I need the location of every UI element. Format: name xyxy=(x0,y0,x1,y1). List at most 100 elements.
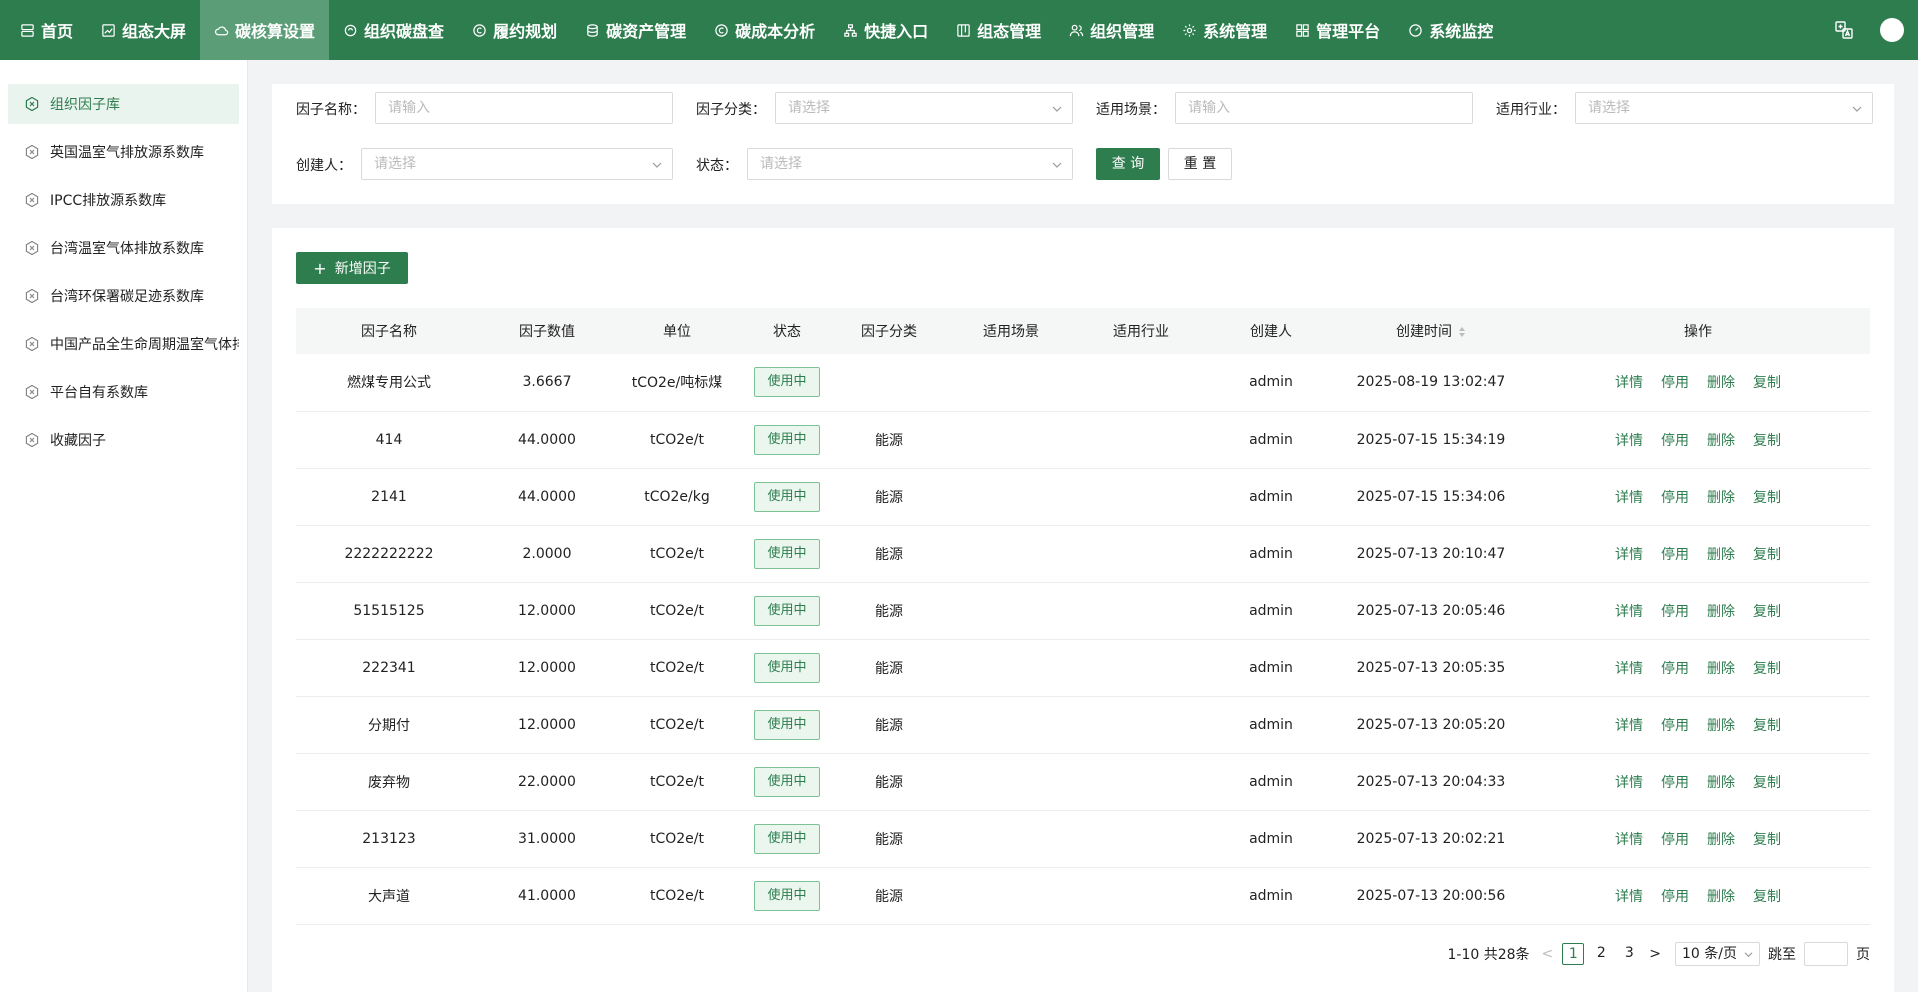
delete-button[interactable]: 删除 xyxy=(1707,375,1735,391)
disable-button[interactable]: 停用 xyxy=(1661,604,1689,620)
delete-button[interactable]: 删除 xyxy=(1707,604,1735,620)
cell-name: 222341 xyxy=(362,659,416,676)
nav-item-4[interactable]: 履约规划 xyxy=(458,0,571,60)
disable-button[interactable]: 停用 xyxy=(1661,775,1689,791)
nav-item-3[interactable]: 组织碳盘查 xyxy=(329,0,458,60)
factor-category-select[interactable]: 请选择 xyxy=(775,92,1073,124)
column-header-label: 创建人 xyxy=(1250,324,1292,340)
page-number[interactable]: 2 xyxy=(1590,943,1612,965)
detail-button[interactable]: 详情 xyxy=(1615,889,1643,905)
layout-icon xyxy=(956,23,971,38)
detail-button[interactable]: 详情 xyxy=(1615,433,1643,449)
sort-icon[interactable] xyxy=(1458,326,1466,338)
scene-input[interactable]: 请输入 xyxy=(1175,92,1473,124)
detail-button[interactable]: 详情 xyxy=(1615,490,1643,506)
delete-button[interactable]: 删除 xyxy=(1707,661,1735,677)
nav-item-12[interactable]: 系统监控 xyxy=(1394,0,1507,60)
factor-library-icon xyxy=(25,432,39,448)
nav-item-1[interactable]: 组态大屏 xyxy=(87,0,200,60)
avatar[interactable] xyxy=(1880,18,1904,42)
status-badge: 使用中 xyxy=(754,538,820,569)
cell-creator: admin xyxy=(1249,773,1293,790)
detail-button[interactable]: 详情 xyxy=(1615,718,1643,734)
delete-button[interactable]: 删除 xyxy=(1707,775,1735,791)
delete-button[interactable]: 删除 xyxy=(1707,490,1735,506)
detail-button[interactable]: 详情 xyxy=(1615,661,1643,677)
sidebar-item-6[interactable]: 平台自有系数库 xyxy=(8,372,239,412)
industry-label: 适用行业： xyxy=(1496,102,1566,118)
status-select[interactable]: 请选择 xyxy=(747,148,1073,180)
delete-button[interactable]: 删除 xyxy=(1707,718,1735,734)
column-header-5: 适用场景 xyxy=(946,308,1076,354)
delete-button[interactable]: 删除 xyxy=(1707,433,1735,449)
disable-button[interactable]: 停用 xyxy=(1661,832,1689,848)
cell-scene xyxy=(946,354,1076,411)
cell-category xyxy=(832,354,946,411)
delete-button[interactable]: 删除 xyxy=(1707,889,1735,905)
sidebar-item-0[interactable]: 组织因子库 xyxy=(8,84,239,124)
column-header-label: 状态 xyxy=(773,324,801,340)
factor-name-input[interactable]: 请输入 xyxy=(375,92,673,124)
copy-button[interactable]: 复制 xyxy=(1753,832,1781,848)
sidebar-item-3[interactable]: 台湾温室气体排放系数库 xyxy=(8,228,239,268)
cell-industry xyxy=(1076,696,1206,753)
industry-select[interactable]: 请选择 xyxy=(1575,92,1873,124)
sidebar-item-4[interactable]: 台湾环保署碳足迹系数库 xyxy=(8,276,239,316)
reset-button[interactable]: 重 置 xyxy=(1168,148,1232,180)
query-button[interactable]: 查 询 xyxy=(1096,148,1160,180)
nav-item-6[interactable]: 碳成本分析 xyxy=(700,0,829,60)
nav-item-2[interactable]: 碳核算设置 xyxy=(200,0,330,60)
disable-button[interactable]: 停用 xyxy=(1661,661,1689,677)
detail-button[interactable]: 详情 xyxy=(1615,832,1643,848)
copy-button[interactable]: 复制 xyxy=(1753,661,1781,677)
table-row: 222341 12.0000 tCO2e/t 使用中 能源 admin 2025-07-13… xyxy=(296,639,1870,696)
cell-industry xyxy=(1076,810,1206,867)
sidebar-item-2[interactable]: IPCC排放源系数库 xyxy=(8,180,239,220)
page-number[interactable]: 1 xyxy=(1562,943,1585,965)
detail-button[interactable]: 详情 xyxy=(1615,604,1643,620)
nav-item-5[interactable]: 碳资产管理 xyxy=(571,0,700,60)
nav-item-10[interactable]: 系统管理 xyxy=(1168,0,1281,60)
nav-item-11[interactable]: 管理平台 xyxy=(1281,0,1394,60)
copy-button[interactable]: 复制 xyxy=(1753,889,1781,905)
language-icon[interactable] xyxy=(1834,20,1854,40)
column-header-8[interactable]: 创建时间 xyxy=(1336,308,1526,354)
cell-scene xyxy=(946,753,1076,810)
copy-button[interactable]: 复制 xyxy=(1753,718,1781,734)
copy-button[interactable]: 复制 xyxy=(1753,604,1781,620)
detail-button[interactable]: 详情 xyxy=(1615,547,1643,563)
page-number[interactable]: 3 xyxy=(1618,943,1640,965)
copy-button[interactable]: 复制 xyxy=(1753,375,1781,391)
delete-button[interactable]: 删除 xyxy=(1707,547,1735,563)
nav-item-7[interactable]: 快捷入口 xyxy=(829,0,942,60)
page-size-select[interactable]: 10 条/页 xyxy=(1675,942,1760,966)
nav-item-9[interactable]: 组织管理 xyxy=(1055,0,1168,60)
disable-button[interactable]: 停用 xyxy=(1661,889,1689,905)
prev-page-icon[interactable]: < xyxy=(1542,946,1554,962)
nav-item-0[interactable]: 首页 xyxy=(0,0,87,60)
disable-button[interactable]: 停用 xyxy=(1661,375,1689,391)
disable-button[interactable]: 停用 xyxy=(1661,718,1689,734)
sidebar-item-7[interactable]: 收藏因子 xyxy=(8,420,239,460)
jump-page-input[interactable] xyxy=(1804,942,1848,966)
creator-select[interactable]: 请选择 xyxy=(361,148,673,180)
next-page-icon[interactable]: > xyxy=(1649,946,1661,962)
disable-button[interactable]: 停用 xyxy=(1661,490,1689,506)
detail-button[interactable]: 详情 xyxy=(1615,775,1643,791)
disable-button[interactable]: 停用 xyxy=(1661,547,1689,563)
column-header-4: 因子分类 xyxy=(832,308,946,354)
copy-button[interactable]: 复制 xyxy=(1753,775,1781,791)
cell-scene xyxy=(946,582,1076,639)
copy-button[interactable]: 复制 xyxy=(1753,547,1781,563)
cell-name: 燃煤专用公式 xyxy=(347,375,431,392)
nav-item-8[interactable]: 组态管理 xyxy=(942,0,1055,60)
detail-button[interactable]: 详情 xyxy=(1615,375,1643,391)
disable-button[interactable]: 停用 xyxy=(1661,433,1689,449)
sidebar-item-1[interactable]: 英国温室气排放源系数库 xyxy=(8,132,239,172)
delete-button[interactable]: 删除 xyxy=(1707,832,1735,848)
add-factor-button[interactable]: + 新增因子 xyxy=(296,252,408,284)
copy-button[interactable]: 复制 xyxy=(1753,490,1781,506)
cell-status: 使用中 xyxy=(742,810,832,867)
copy-button[interactable]: 复制 xyxy=(1753,433,1781,449)
sidebar-item-5[interactable]: 中国产品全生命周期温室气体排放系数库 xyxy=(8,324,239,364)
